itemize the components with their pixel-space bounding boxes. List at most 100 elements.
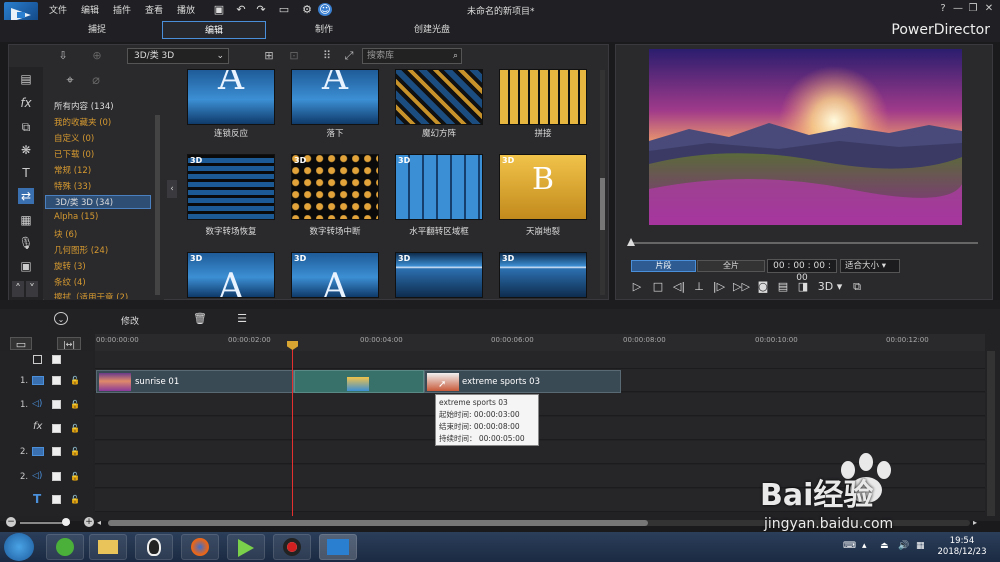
browser-360-icon[interactable] [46, 534, 84, 560]
aspect-ratio-icon[interactable]: ▭ [274, 3, 294, 16]
settings-icon[interactable]: ⚙ [300, 3, 314, 16]
add-favorite-icon[interactable]: ⌖ [62, 74, 78, 90]
lock-icon[interactable]: 🔓 [70, 400, 80, 409]
undo-icon[interactable]: ↶ [234, 3, 248, 16]
zoom-slider-handle[interactable] [62, 518, 70, 526]
remove-favorite-icon[interactable]: ⌀ [88, 74, 104, 90]
trash-icon[interactable]: 🗑 [193, 312, 207, 325]
qq-icon[interactable] [135, 534, 173, 560]
transition-thumb-magic-matrix[interactable] [395, 69, 483, 125]
zoom-out-icon[interactable]: − [6, 517, 16, 527]
category-item-selected[interactable]: 3D/类 3D (34) [45, 195, 151, 209]
chevron-down-icon[interactable]: ⌄ [54, 312, 68, 325]
timecode-display[interactable]: 00 : 00 : 00 : 00 [767, 259, 837, 283]
scroll-left-icon[interactable]: ◂ [97, 518, 101, 527]
transition-thumb-horizontal-flip-box[interactable]: 3D [395, 154, 483, 220]
category-item[interactable]: 几何图形 (24) [54, 244, 108, 256]
pip-room-icon[interactable]: ⧉ [18, 119, 34, 135]
keyboard-icon[interactable]: ⌨ [843, 541, 856, 551]
grid-view-icon[interactable]: ⠿ [320, 49, 334, 63]
apply-all-icon[interactable]: ⊡ [287, 49, 301, 63]
start-button[interactable] [4, 533, 34, 561]
seek-bar[interactable] [630, 242, 978, 244]
track-enable-checkbox[interactable] [52, 376, 61, 385]
transition-thumb[interactable]: 3D [395, 252, 483, 298]
category-item[interactable]: 所有内容 (134) [54, 100, 114, 112]
usb-icon[interactable]: ⏏ [880, 541, 889, 551]
menu-plugins[interactable]: 插件 [113, 3, 131, 16]
category-item[interactable]: 块 (6) [54, 228, 77, 240]
network-icon[interactable]: ▦ [916, 541, 925, 551]
enable-all-checkbox[interactable] [52, 355, 61, 364]
recorder-icon[interactable] [273, 534, 311, 560]
category-item[interactable]: 已下载 (0) [54, 148, 94, 160]
lock-icon[interactable]: 🔓 [70, 447, 80, 456]
seek-handle[interactable] [627, 238, 635, 246]
play-icon[interactable]: ▷ [630, 280, 644, 294]
file-explorer-icon[interactable] [89, 534, 127, 560]
lock-icon[interactable]: 🔓 [70, 376, 80, 385]
volume-icon[interactable]: 🔊 [898, 541, 909, 551]
track-enable-checkbox[interactable] [52, 447, 61, 456]
previous-frame-icon[interactable]: ◁| [672, 280, 686, 294]
help-icon[interactable]: ? [936, 2, 950, 16]
stop-icon[interactable]: □ [651, 280, 665, 294]
next-frame-icon[interactable]: |▷ [712, 280, 726, 294]
category-item[interactable]: Alpha (15) [54, 212, 98, 222]
chapter-room-icon[interactable]: ▣ [18, 258, 34, 274]
select-all-checkbox[interactable] [33, 355, 42, 364]
collapse-panel-icon[interactable]: ‹ [167, 180, 177, 198]
library-scrollbar-thumb[interactable] [600, 178, 605, 230]
save-icon[interactable]: ▣ [212, 3, 226, 16]
lock-icon[interactable]: 🔓 [70, 472, 80, 481]
clip-mode-button[interactable]: 片段 [631, 260, 696, 272]
lock-icon[interactable]: 🔓 [70, 495, 80, 504]
transition-room-icon[interactable]: ⇄ [18, 188, 34, 204]
fx-track-lane[interactable] [95, 417, 985, 440]
volume-icon[interactable]: ◨ [796, 280, 810, 294]
fit-timeline-icon[interactable]: |↔| [57, 337, 81, 350]
menu-view[interactable]: 查看 [145, 3, 163, 16]
tab-edit[interactable]: 编辑 [162, 21, 266, 39]
modify-button[interactable]: 修改 [121, 314, 139, 327]
fast-forward-icon[interactable]: ▷▷ [733, 280, 750, 294]
tab-create-disc[interactable]: 创建光盘 [380, 21, 484, 39]
transition-thumb-digital-recover[interactable]: 3D [187, 154, 275, 220]
edit-list-icon[interactable]: ☰ [235, 312, 249, 325]
lock-icon[interactable]: 🔓 [70, 424, 80, 433]
transition-thumb-splice[interactable] [499, 69, 587, 125]
category-item[interactable]: 常规 (12) [54, 164, 91, 176]
media-app-icon[interactable] [227, 534, 265, 560]
media-room-icon[interactable]: ▤ [18, 71, 34, 87]
voice-over-icon[interactable]: 🎙 [18, 235, 34, 251]
zoom-in-icon[interactable]: + [84, 517, 94, 527]
menu-file[interactable]: 文件 [49, 3, 67, 16]
globe-icon[interactable]: ⊕ [90, 49, 104, 63]
transition-thumb[interactable]: 3D A [187, 252, 275, 298]
track-enable-checkbox[interactable] [52, 472, 61, 481]
timeline-scrollbar-thumb[interactable] [108, 520, 648, 526]
scroll-up-icon[interactable]: ˄ [12, 281, 24, 297]
category-item[interactable]: 特殊 (33) [54, 180, 91, 192]
category-item[interactable]: 条纹 (4) [54, 276, 86, 288]
add-to-timeline-icon[interactable]: ⊞ [262, 49, 276, 63]
3d-mode-button[interactable]: 3D ▾ [816, 280, 844, 294]
zoom-dropdown[interactable]: 适合大小 ▾ [840, 259, 900, 273]
transition-thumb[interactable]: 3D [499, 252, 587, 298]
track-manager-icon[interactable]: ▭ [10, 337, 32, 351]
transition-thumb-earthquake[interactable]: 3D B [499, 154, 587, 220]
audio-track-lane[interactable] [95, 393, 985, 416]
split-icon[interactable]: ⊥ [692, 280, 706, 294]
transition-thumb-drop[interactable]: A [291, 69, 379, 125]
tab-produce[interactable]: 制作 [272, 21, 376, 39]
powerdirector-taskbar-icon[interactable] [319, 534, 357, 560]
track-enable-checkbox[interactable] [52, 495, 61, 504]
redo-icon[interactable]: ↷ [254, 3, 268, 16]
transition-clip[interactable] [294, 370, 424, 393]
tab-capture[interactable]: 捕捉 [45, 21, 149, 39]
movie-mode-button[interactable]: 全片 [697, 260, 765, 272]
category-dropdown[interactable]: 3D/类 3D ⌄ [127, 48, 229, 64]
category-item[interactable]: 旋转 (3) [54, 260, 86, 272]
particle-room-icon[interactable]: ❋ [18, 142, 34, 158]
category-item[interactable]: 自定义 (0) [54, 132, 94, 144]
